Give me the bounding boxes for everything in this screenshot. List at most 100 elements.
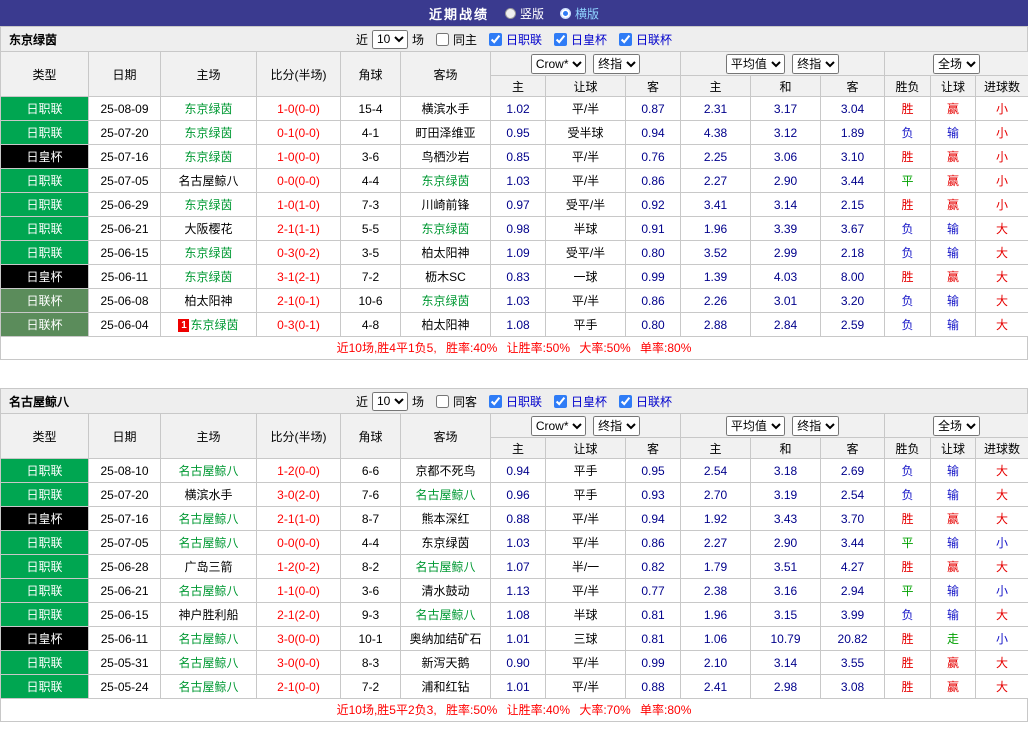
avg-home-cell: 1.06 (680, 626, 752, 651)
match-count-select[interactable]: 10 (371, 391, 408, 411)
odds-home-cell: 1.03 (490, 530, 546, 555)
result-handicap-cell: 输 (930, 240, 977, 265)
horizontal-radio[interactable] (560, 7, 571, 19)
table-header: 类型 日期 主场 比分(半场) 角球 客场 Crow* 终指 平均值 终指 全场 (0, 51, 1028, 97)
away-team-cell: 新泻天鹅 (400, 650, 491, 675)
league-cup-checkbox[interactable] (619, 32, 633, 46)
same-venue-label[interactable]: 同客 (453, 393, 477, 410)
match-date-cell: 25-06-21 (88, 578, 161, 603)
league-cup-label[interactable]: 日联杯 (636, 31, 672, 48)
handicap-cell: 一球 (545, 264, 626, 289)
odds-source-select[interactable]: Crow* (530, 53, 586, 74)
scope-select[interactable]: 全场 (933, 53, 981, 74)
sub-col-odds-home: 主 (490, 437, 546, 459)
avg-home-cell: 2.31 (680, 96, 752, 121)
home-team-name: 东京绿茵 (190, 318, 239, 332)
avg-away-cell: 3.70 (820, 506, 886, 531)
league-j1-checkbox[interactable] (489, 394, 502, 408)
score-cell: 2-1(2-0) (256, 602, 341, 627)
same-venue-checkbox[interactable] (435, 394, 449, 408)
home-team-cell: 东京绿茵 (160, 240, 257, 265)
avg-source-select[interactable]: 平均值 (725, 415, 785, 436)
corner-cell: 7-3 (340, 192, 401, 217)
away-team-cell: 名古屋鲸八 (400, 602, 491, 627)
avg-source-select[interactable]: 平均值 (725, 53, 785, 74)
result-outcome-cell: 胜 (884, 506, 932, 531)
handicap-cell: 平手 (545, 458, 626, 483)
odds-away-cell: 0.99 (624, 264, 682, 289)
corner-cell: 8-2 (340, 554, 401, 579)
league-emperor-label[interactable]: 日皇杯 (571, 31, 607, 48)
odds-home-cell: 1.13 (490, 578, 546, 603)
league-emperor-label[interactable]: 日皇杯 (571, 393, 607, 410)
score-cell: 2-1(0-0) (256, 674, 341, 699)
same-venue-checkbox[interactable] (435, 32, 449, 46)
league-type-cell: 日职联 (0, 240, 89, 265)
handicap-cell: 受半球 (545, 120, 626, 145)
match-date-cell: 25-06-08 (88, 288, 161, 313)
col-home: 主场 (160, 413, 257, 459)
league-type-cell: 日联杯 (0, 288, 89, 313)
home-team-name: 东京绿茵 (184, 270, 233, 284)
match-date-cell: 25-06-28 (88, 554, 161, 579)
col-away: 客场 (400, 51, 491, 97)
avg-away-cell: 2.54 (820, 482, 886, 507)
result-goals-cell: 小 (975, 192, 1028, 217)
league-cup-label[interactable]: 日联杯 (636, 393, 672, 410)
odds-home-cell: 1.02 (490, 96, 546, 121)
home-team-name: 大阪樱花 (184, 222, 233, 236)
odds-source-select[interactable]: Crow* (530, 415, 586, 436)
corner-cell: 10-6 (340, 288, 401, 313)
match-count-select[interactable]: 10 (371, 29, 408, 49)
avg-away-cell: 2.59 (820, 312, 886, 337)
odds-home-cell: 1.03 (490, 288, 546, 313)
league-emperor-checkbox[interactable] (554, 394, 568, 408)
odds-away-cell: 0.80 (624, 240, 682, 265)
league-emperor-checkbox[interactable] (554, 32, 568, 46)
scope-select[interactable]: 全场 (933, 415, 981, 436)
match-date-cell: 25-07-05 (88, 530, 161, 555)
score-cell: 1-0(1-0) (256, 192, 341, 217)
avg-stage-select[interactable]: 终指 (792, 53, 840, 74)
layout-option-horizontal[interactable]: 横版 (560, 5, 599, 22)
avg-group-header: 平均值 终指 (680, 413, 886, 438)
away-team-cell: 东京绿茵 (400, 288, 491, 313)
corner-cell: 6-6 (340, 458, 401, 483)
corner-cell: 3-6 (340, 578, 401, 603)
match-date-cell: 25-08-09 (88, 96, 161, 121)
result-outcome-cell: 胜 (884, 554, 932, 579)
league-type-cell: 日职联 (0, 650, 89, 675)
odds-home-cell: 0.95 (490, 120, 546, 145)
odds-home-cell: 0.96 (490, 482, 546, 507)
layout-option-vertical[interactable]: 竖版 (504, 5, 544, 22)
handicap-cell: 平手 (545, 482, 626, 507)
avg-stage-select[interactable]: 终指 (792, 415, 840, 436)
odds-stage-select[interactable]: 终指 (593, 53, 641, 74)
topbar: 近期战绩 竖版 横版 (0, 0, 1028, 26)
result-goals-cell: 大 (975, 240, 1028, 265)
vertical-radio[interactable] (504, 7, 516, 19)
match-date-cell: 25-07-20 (88, 120, 161, 145)
handicap-cell: 半/一 (545, 554, 626, 579)
league-type-cell: 日职联 (0, 602, 89, 627)
result-handicap-cell: 赢 (930, 506, 977, 531)
odds-away-cell: 0.88 (624, 674, 682, 699)
vertical-radio-label[interactable]: 竖版 (520, 5, 544, 22)
match-row: 日职联 25-05-31 名古屋鲸八 3-0(0-0) 8-3 新泻天鹅 0.90 平/半 0.… (0, 650, 1028, 675)
handicap-cell: 三球 (545, 626, 626, 651)
odds-home-cell: 0.85 (490, 144, 546, 169)
same-venue-label[interactable]: 同主 (453, 31, 477, 48)
corner-cell: 5-5 (340, 216, 401, 241)
league-j1-label[interactable]: 日职联 (506, 31, 542, 48)
league-cup-checkbox[interactable] (619, 394, 633, 408)
league-j1-label[interactable]: 日职联 (506, 393, 542, 410)
result-handicap-cell: 赢 (930, 674, 977, 699)
odds-stage-select[interactable]: 终指 (593, 415, 641, 436)
horizontal-radio-label[interactable]: 横版 (575, 5, 599, 22)
avg-draw-cell: 3.14 (750, 650, 822, 675)
avg-away-cell: 3.99 (820, 602, 886, 627)
away-team-cell: 名古屋鲸八 (400, 554, 491, 579)
avg-draw-cell: 3.17 (750, 96, 822, 121)
col-corner: 角球 (340, 51, 401, 97)
league-j1-checkbox[interactable] (489, 32, 502, 46)
